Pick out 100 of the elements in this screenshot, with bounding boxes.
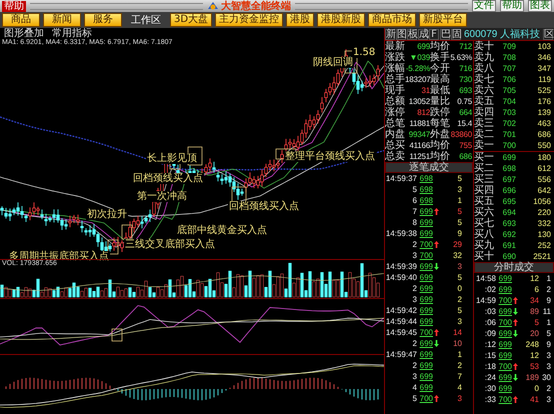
order-level-label: 卖十 bbox=[474, 41, 494, 52]
toolbar-button[interactable]: 主力资金监控 bbox=[215, 13, 284, 27]
toolbar-button[interactable]: 新闻 bbox=[43, 13, 81, 27]
overlay-menu[interactable]: 图形叠加 bbox=[4, 28, 44, 39]
trade-volume: 29 bbox=[452, 239, 462, 250]
quote-value: 730 bbox=[458, 74, 472, 85]
order-price: 696 bbox=[502, 185, 516, 196]
order-volume: 556 bbox=[536, 174, 552, 185]
workspace-label: 工作区 bbox=[130, 14, 162, 27]
order-level-label: 卖一 bbox=[474, 140, 494, 151]
trade-volume: 5 bbox=[456, 217, 462, 228]
quote-label: 总手 bbox=[385, 74, 405, 85]
order-level-label: 卖九 bbox=[474, 52, 494, 63]
trade-count: 3 bbox=[546, 394, 551, 405]
order-volume: 139 bbox=[536, 107, 552, 118]
order-volume: 2521 bbox=[532, 251, 552, 262]
quote-label: 今开 bbox=[430, 63, 450, 74]
trade-volume: 14 bbox=[452, 327, 462, 338]
panel-tab-button[interactable]: 固 bbox=[451, 28, 461, 40]
quote-value: 699 bbox=[416, 41, 430, 52]
quote-value: 664 bbox=[458, 107, 472, 118]
chart-annotation: 整理平台颈线买入点 bbox=[284, 151, 376, 162]
trade-price: 699 bbox=[418, 338, 433, 349]
trade-count: 3 bbox=[546, 361, 551, 372]
order-price: 695 bbox=[502, 196, 516, 207]
trade-time: 2 bbox=[412, 239, 417, 250]
panel-tab-button[interactable]: 巴 bbox=[440, 28, 450, 40]
trade-volume: 5 bbox=[456, 305, 462, 316]
stock-symbol: 600079 人福科技 bbox=[463, 28, 542, 40]
trade-time: :03 bbox=[484, 306, 496, 317]
trade-volume: 1 bbox=[456, 195, 462, 206]
trade-volume: 3 bbox=[456, 393, 462, 404]
trade-price: 699 bbox=[498, 284, 512, 295]
quote-value: 812 bbox=[416, 107, 430, 118]
quote-label: 内盘 bbox=[385, 129, 405, 140]
trade-price: 700 bbox=[498, 361, 512, 372]
trade-volume: 1 bbox=[456, 349, 462, 360]
order-volume: 347 bbox=[536, 63, 552, 74]
order-level-label: 买三 bbox=[474, 174, 494, 185]
trade-price: 698 bbox=[418, 195, 433, 206]
trade-volume: 5 bbox=[456, 173, 462, 184]
trade-price: 700 bbox=[418, 250, 433, 261]
trade-price: 698 bbox=[418, 184, 433, 195]
quote-value: 5.63% bbox=[450, 52, 472, 63]
trade-time: :30 bbox=[484, 383, 496, 394]
toolbar-button[interactable]: 港股 bbox=[286, 13, 314, 27]
order-level-label: 买六 bbox=[474, 207, 494, 218]
trade-time: 14:59 bbox=[474, 295, 496, 306]
order-level-label: 买七 bbox=[474, 218, 494, 229]
trade-volume: 32 bbox=[452, 250, 462, 261]
trade-price: 699 bbox=[498, 328, 512, 339]
panel-tab-button[interactable]: 图 bbox=[396, 28, 406, 40]
toolbar-button[interactable]: 3D大盘 bbox=[170, 13, 212, 27]
trade-time: 3 bbox=[412, 250, 417, 261]
trade-time: 3 bbox=[412, 371, 417, 382]
toolbar-button[interactable]: 港股新股 bbox=[317, 13, 366, 27]
order-volume: 252 bbox=[536, 240, 552, 251]
window-menu-button[interactable]: 图表 bbox=[528, 0, 552, 12]
logo-icon bbox=[207, 1, 219, 11]
trade-time: 4 bbox=[412, 382, 417, 393]
menu-tab[interactable]: 帮助 bbox=[2, 0, 26, 12]
window-title: 大智慧全能终端 bbox=[207, 0, 291, 12]
toolbar-button[interactable]: 新股平台 bbox=[419, 13, 468, 27]
trade-volume: 3 bbox=[456, 316, 462, 327]
panel-tab-button[interactable]: F bbox=[429, 28, 439, 40]
panel-tab-button[interactable]: 新 bbox=[385, 28, 395, 40]
panel-tab-button[interactable]: 成 bbox=[418, 28, 428, 40]
window-menu-button[interactable]: 帮助 bbox=[500, 0, 524, 12]
order-level-label: 卖三 bbox=[474, 118, 494, 129]
quote-value: 83860 bbox=[450, 129, 472, 140]
close-button[interactable]: 区 bbox=[543, 28, 553, 40]
order-level-label: 卖五 bbox=[474, 96, 494, 107]
trade-price: 699 bbox=[418, 261, 433, 272]
quote-value: ▼039 bbox=[408, 52, 430, 63]
quote-value: 11881 bbox=[408, 118, 430, 129]
panel-tab-button[interactable]: 板 bbox=[407, 28, 417, 40]
quote-label: 每笔 bbox=[430, 118, 450, 129]
order-price: 704 bbox=[502, 96, 516, 107]
order-price: 691 bbox=[502, 240, 516, 251]
order-level-label: 买四 bbox=[474, 185, 494, 196]
trade-time: 5 bbox=[412, 184, 417, 195]
toolbar-button[interactable]: 服务 bbox=[84, 13, 122, 27]
trade-price: 699 bbox=[418, 294, 433, 305]
order-level-label: 买九 bbox=[474, 240, 494, 251]
trade-volume: 2 bbox=[456, 294, 462, 305]
quote-value: 99347 bbox=[408, 129, 430, 140]
trade-price: 699 bbox=[418, 272, 433, 283]
trade-volume: 12 bbox=[529, 273, 539, 284]
trade-count: 1 bbox=[546, 273, 551, 284]
toolbar-button[interactable]: 商品市场 bbox=[368, 13, 416, 27]
indicator-menu[interactable]: 常用指标 bbox=[52, 28, 92, 39]
quote-value: 755 bbox=[458, 140, 472, 151]
order-volume: 176 bbox=[536, 96, 552, 107]
trade-count: 11 bbox=[542, 306, 551, 317]
trade-price: 699 bbox=[498, 372, 512, 383]
toolbar-button[interactable]: 商品 bbox=[2, 13, 40, 27]
trade-volume: 4 bbox=[456, 382, 462, 393]
quote-label: 换手 bbox=[430, 52, 450, 63]
quote-value: -5.28% bbox=[405, 63, 430, 74]
chart-annotation: 三线交叉底部买入点 bbox=[124, 239, 216, 250]
